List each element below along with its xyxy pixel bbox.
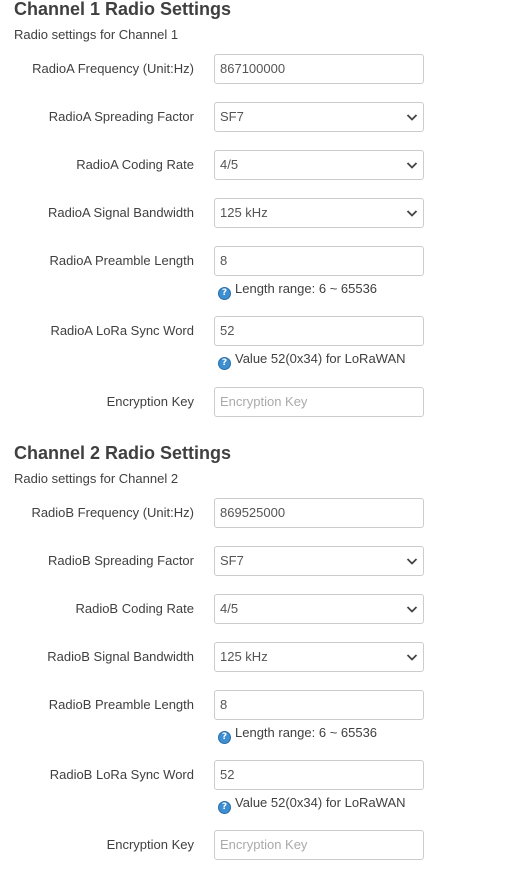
channel2-encryption-key-row: Encryption Key Encryption Key (0, 830, 516, 860)
channel2-title: Channel 2 Radio Settings (14, 443, 232, 463)
channel1-preamble-length-input[interactable]: 8 (214, 246, 424, 276)
channel1-spreading-factor-label: RadioA Spreading Factor (48, 109, 194, 124)
chevron-down-icon (406, 558, 418, 565)
channel1-preamble-length-label: RadioA Preamble Length (49, 253, 194, 268)
channel2-frequency-label: RadioB Frequency (Unit:Hz) (31, 505, 194, 520)
channel2-sync-word-hint: ? Value 52(0x34) for LoRaWAN (218, 795, 406, 814)
channel2-coding-rate-value: 4/5 (220, 601, 239, 616)
channel2-bandwidth-select[interactable]: 125 kHz (214, 642, 424, 672)
help-icon: ? (218, 357, 231, 370)
channel1-description: Radio settings for Channel 1 (14, 27, 179, 42)
channel2-frequency-value: 869525000 (220, 505, 286, 520)
channel2-description: Radio settings for Channel 2 (14, 471, 179, 486)
channel2-spreading-factor-row: RadioB Spreading Factor SF7 (0, 546, 516, 576)
channel2-preamble-length-label: RadioB Preamble Length (48, 697, 194, 712)
channel2-section: Channel 2 Radio Settings Radio settings … (0, 443, 516, 870)
channel2-coding-rate-select[interactable]: 4/5 (214, 594, 424, 624)
channel1-spreading-factor-value: SF7 (220, 109, 244, 124)
channel1-frequency-value: 867100000 (220, 61, 286, 76)
channel1-spreading-factor-select[interactable]: SF7 (214, 102, 424, 132)
channel1-spreading-factor-row: RadioA Spreading Factor SF7 (0, 102, 516, 132)
help-icon: ? (218, 287, 231, 300)
channel1-sync-word-row: RadioA LoRa Sync Word 52 (0, 316, 516, 346)
channel1-encryption-key-placeholder: Encryption Key (220, 394, 308, 409)
channel1-sync-word-value: 52 (220, 323, 235, 338)
channel2-bandwidth-label: RadioB Signal Bandwidth (47, 649, 194, 664)
channel1-encryption-key-row: Encryption Key Encryption Key (0, 387, 516, 417)
chevron-down-icon (406, 606, 418, 613)
channel1-coding-rate-value: 4/5 (220, 157, 239, 172)
channel1-encryption-key-label: Encryption Key (106, 394, 194, 409)
channel2-spreading-factor-select[interactable]: SF7 (214, 546, 424, 576)
channel2-sync-word-row: RadioB LoRa Sync Word 52 (0, 760, 516, 790)
channel2-sync-word-hint-text: Value 52(0x34) for LoRaWAN (235, 795, 406, 810)
channel2-spreading-factor-label: RadioB Spreading Factor (48, 553, 194, 568)
channel1-preamble-length-row: RadioA Preamble Length 8 (0, 246, 516, 276)
channel1-preamble-length-value: 8 (220, 253, 228, 268)
channel2-encryption-key-placeholder: Encryption Key (220, 837, 308, 852)
channel2-preamble-length-hint-text: Length range: 6 ~ 65536 (235, 725, 378, 740)
channel2-preamble-length-hint: ? Length range: 6 ~ 65536 (218, 725, 378, 744)
channel2-coding-rate-label: RadioB Coding Rate (75, 601, 194, 616)
channel2-coding-rate-row: RadioB Coding Rate 4/5 (0, 594, 516, 624)
channel2-frequency-row: RadioB Frequency (Unit:Hz) 869525000 (0, 498, 516, 528)
channel1-sync-word-hint-text: Value 52(0x34) for LoRaWAN (235, 351, 406, 366)
channel2-sync-word-value: 52 (220, 767, 235, 782)
channel1-preamble-length-hint: ? Length range: 6 ~ 65536 (218, 281, 378, 300)
channel2-encryption-key-label: Encryption Key (106, 837, 194, 852)
channel1-coding-rate-label: RadioA Coding Rate (76, 157, 194, 172)
channel1-coding-rate-select[interactable]: 4/5 (214, 150, 424, 180)
channel1-frequency-label: RadioA Frequency (Unit:Hz) (32, 61, 194, 76)
channel1-sync-word-label: RadioA LoRa Sync Word (50, 323, 194, 338)
chevron-down-icon (406, 210, 418, 217)
channel1-section: Channel 1 Radio Settings Radio settings … (0, 0, 516, 440)
chevron-down-icon (406, 654, 418, 661)
channel1-preamble-length-hint-text: Length range: 6 ~ 65536 (235, 281, 378, 296)
channel1-sync-word-input[interactable]: 52 (214, 316, 424, 346)
channel2-bandwidth-value: 125 kHz (220, 649, 268, 664)
help-icon: ? (218, 731, 231, 744)
channel1-bandwidth-value: 125 kHz (220, 205, 268, 220)
channel1-encryption-key-input[interactable]: Encryption Key (214, 387, 424, 417)
channel1-sync-word-hint: ? Value 52(0x34) for LoRaWAN (218, 351, 406, 370)
chevron-down-icon (406, 162, 418, 169)
channel2-sync-word-label: RadioB LoRa Sync Word (49, 767, 194, 782)
chevron-down-icon (406, 114, 418, 121)
channel2-frequency-input[interactable]: 869525000 (214, 498, 424, 528)
channel2-preamble-length-row: RadioB Preamble Length 8 (0, 690, 516, 720)
channel1-bandwidth-row: RadioA Signal Bandwidth 125 kHz (0, 198, 516, 228)
channel1-frequency-row: RadioA Frequency (Unit:Hz) 867100000 (0, 54, 516, 84)
help-icon: ? (218, 801, 231, 814)
channel1-bandwidth-select[interactable]: 125 kHz (214, 198, 424, 228)
channel2-preamble-length-value: 8 (220, 697, 228, 712)
channel2-preamble-length-input[interactable]: 8 (214, 690, 424, 720)
channel2-encryption-key-input[interactable]: Encryption Key (214, 830, 424, 860)
channel2-bandwidth-row: RadioB Signal Bandwidth 125 kHz (0, 642, 516, 672)
channel1-bandwidth-label: RadioA Signal Bandwidth (48, 205, 194, 220)
channel2-spreading-factor-value: SF7 (220, 553, 244, 568)
channel1-frequency-input[interactable]: 867100000 (214, 54, 424, 84)
channel1-title: Channel 1 Radio Settings (14, 0, 232, 19)
channel2-sync-word-input[interactable]: 52 (214, 760, 424, 790)
channel1-coding-rate-row: RadioA Coding Rate 4/5 (0, 150, 516, 180)
